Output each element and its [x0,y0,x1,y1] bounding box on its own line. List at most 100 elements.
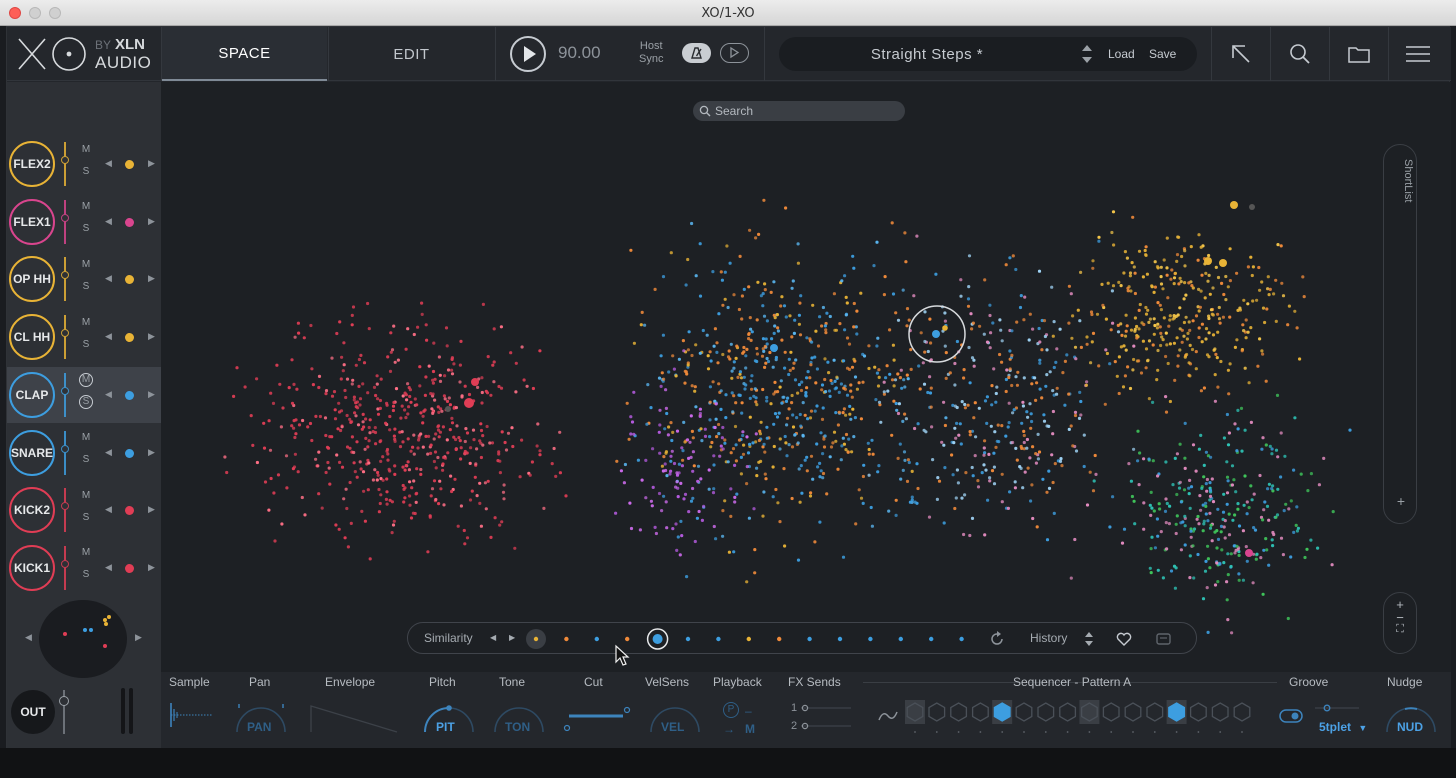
track-volume-handle[interactable] [61,271,69,280]
out-volume-slider[interactable] [59,690,69,734]
track-pad-button[interactable]: FLEX2 [9,141,55,187]
next-sample-button[interactable]: ▶ [148,562,155,573]
track-row[interactable]: SNAREMS◀▶‹ [7,425,190,481]
next-sample-button[interactable]: ▶ [148,331,155,342]
snare-marker[interactable] [770,344,778,352]
solo-button[interactable]: S [79,510,93,524]
mute-button[interactable]: M [79,257,93,271]
similarity-next-button[interactable]: ▶ [509,633,515,642]
search-input[interactable]: Search [693,101,905,121]
fit-view-button[interactable]: ⛶ [1384,623,1416,636]
solo-button[interactable]: S [79,394,93,409]
solo-button[interactable]: S [79,568,93,582]
mute-button[interactable]: M [79,200,93,214]
fx-send-sliders[interactable] [801,702,853,738]
track-row[interactable]: KICK1MS◀▶‹ [7,540,190,596]
prev-sample-button[interactable]: ◀ [105,216,112,227]
mute-button[interactable]: M [79,488,93,502]
track-pad-button[interactable]: KICK1 [9,544,55,591]
track-pad-button[interactable]: CLAP [9,371,55,418]
history-updown-icon[interactable] [1084,630,1094,648]
envelope-graph[interactable] [309,702,401,734]
preset-selector[interactable]: Straight Steps * Load Save [779,37,1197,71]
load-button[interactable]: Load [1108,47,1135,61]
kick2-marker[interactable] [471,378,479,386]
shortlist-panel[interactable]: ShortList + [1383,144,1417,524]
play-button[interactable] [510,36,546,72]
track-volume-slider[interactable] [61,315,69,360]
trash-icon[interactable] [1154,631,1172,647]
mute-button[interactable]: M [79,546,93,560]
preset-updown-icon[interactable] [1081,43,1093,65]
groove-toggle-icon[interactable] [1279,708,1303,724]
track-row[interactable]: CLAP M S ◀ ▶ [7,366,161,423]
sequencer-steps[interactable] [903,698,1263,738]
mini-map[interactable] [39,600,127,678]
solo-button[interactable]: S [79,279,93,293]
flex2-marker[interactable] [1219,259,1227,267]
shortlist-add-button[interactable]: + [1384,493,1418,509]
out-button[interactable]: OUT [11,690,55,734]
playback-p[interactable]: P [723,702,739,718]
preview-play-button[interactable] [720,43,749,63]
prev-sample-button[interactable]: ◀ [105,389,112,400]
out-volume-handle[interactable] [59,696,69,706]
next-sample-button[interactable]: ▶ [148,273,155,284]
track-volume-handle[interactable] [61,213,69,222]
tool-menu[interactable] [1389,27,1447,81]
fx-sends[interactable]: 1 2 [789,702,853,738]
playback-m[interactable]: M [745,722,755,736]
track-volume-handle[interactable] [61,444,69,453]
sample-waveform[interactable] [169,700,215,730]
track-volume-handle[interactable] [61,559,69,568]
solo-button[interactable]: S [79,453,93,467]
prev-sample-button[interactable]: ◀ [105,504,112,515]
track-row[interactable]: FLEX2MS◀▶‹ [7,136,190,192]
prev-sample-button[interactable]: ◀ [105,273,112,284]
next-sample-button[interactable]: ▶ [148,504,155,515]
heart-icon[interactable] [1116,631,1132,647]
track-pad-button[interactable]: FLEX1 [9,198,55,245]
track-volume-slider[interactable] [61,372,69,417]
mute-button[interactable]: M [79,142,93,156]
clap-marker[interactable] [932,330,940,338]
prev-sample-button[interactable]: ◀ [105,331,112,342]
groove-select[interactable]: 5tplet ▼ [1319,720,1367,734]
track-pad-button[interactable]: OP HH [9,256,55,303]
sample-scatter-map[interactable] [161,82,1451,690]
mute-button[interactable]: M [79,315,93,329]
solo-button[interactable]: S [79,164,93,178]
op-hh-shadow-marker[interactable] [1249,204,1255,210]
playback-controls[interactable]: P – → M [721,702,771,738]
next-sample-button[interactable]: ▶ [148,216,155,227]
track-row[interactable]: CL HHMS◀▶‹ [7,309,190,365]
track-volume-handle[interactable] [61,329,69,338]
track-volume-slider[interactable] [61,545,69,590]
cut-slider[interactable] [561,698,631,742]
op-hh-marker[interactable] [1230,201,1238,209]
hat-near-clap-marker[interactable] [942,325,948,331]
track-row[interactable]: FLEX1MS◀▶‹ [7,194,190,250]
preset-name[interactable]: Straight Steps * [779,46,1075,63]
next-sample-button[interactable]: ▶ [148,158,155,169]
mini-map-right-arrow[interactable]: ▶ [135,632,142,643]
next-sample-button[interactable]: ▶ [148,447,155,458]
tempo-value[interactable]: 90.00 [558,43,601,63]
track-row[interactable]: OP HHMS◀▶‹ [7,251,190,307]
tool-folder[interactable] [1330,27,1388,81]
track-volume-handle[interactable] [61,502,69,511]
track-volume-handle[interactable] [61,386,69,395]
track-row[interactable]: KICK2MS◀▶‹ [7,482,190,538]
mute-button[interactable]: M [79,372,93,387]
track-pad-button[interactable]: SNARE [9,429,55,476]
track-volume-handle[interactable] [61,156,69,164]
tab-space[interactable]: SPACE [162,27,327,81]
track-volume-slider[interactable] [61,430,69,475]
solo-button[interactable]: S [79,222,93,236]
sample-space-view[interactable]: Search ShortList + + − ⛶ Similarity ◀ ▶ … [161,82,1451,690]
kick-shadow-marker[interactable] [445,406,451,412]
track-pad-button[interactable]: KICK2 [9,487,55,534]
prev-sample-button[interactable]: ◀ [105,158,112,169]
tool-search[interactable] [1271,27,1329,81]
similarity-prev-button[interactable]: ◀ [490,633,496,642]
